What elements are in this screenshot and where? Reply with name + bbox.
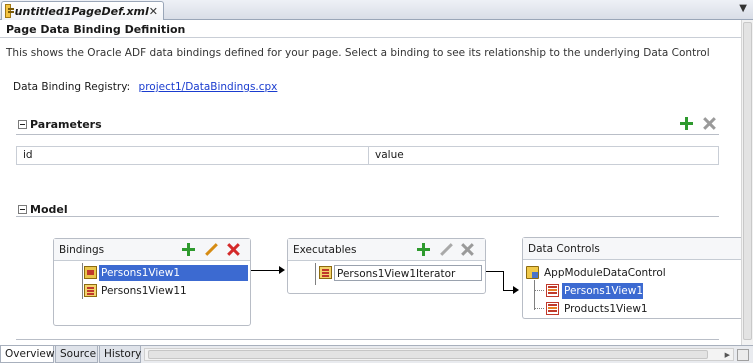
binding-item[interactable]: Persons1View11	[99, 283, 187, 299]
parameters-label: Parameters	[30, 118, 102, 131]
page-description: This shows the Oracle ADF data bindings …	[6, 47, 710, 59]
edit-executable-icon[interactable]	[439, 243, 453, 257]
registry-link[interactable]: project1/DataBindings.cpx	[139, 81, 278, 93]
tab-list-dropdown-icon[interactable]: ▼	[739, 3, 747, 14]
binding-icon	[84, 284, 97, 297]
close-icon[interactable]: ✕	[149, 5, 158, 18]
data-control-item[interactable]: Persons1View1	[562, 283, 644, 299]
edit-binding-icon[interactable]	[204, 243, 218, 257]
view-object-icon	[546, 302, 559, 315]
page-title: Page Data Binding Definition	[6, 23, 186, 36]
parameters-table[interactable]: id value	[16, 146, 719, 165]
delete-binding-icon[interactable]	[227, 243, 240, 256]
binding-item[interactable]: Persons1View1	[99, 265, 248, 281]
data-control-icon	[526, 266, 539, 279]
column-header-id[interactable]: id	[17, 147, 369, 164]
bindings-panel: Bindings Persons1View1 Persons1View11	[53, 238, 251, 326]
executable-connector	[503, 290, 513, 291]
overview-page: Page Data Binding Definition This shows …	[0, 20, 741, 345]
connector-arrowhead	[513, 286, 519, 294]
model-section-header[interactable]: Model	[18, 203, 68, 216]
registry-label: Data Binding Registry:	[13, 81, 131, 93]
tree-line	[315, 263, 316, 285]
resize-corner	[737, 349, 749, 361]
model-divider	[16, 216, 719, 217]
binding-icon	[84, 266, 97, 279]
page-def-file-icon	[5, 4, 14, 18]
data-control-item[interactable]: Products1View1	[562, 301, 648, 317]
tab-history[interactable]: History	[99, 346, 141, 363]
executables-label: Executables	[293, 244, 357, 256]
executables-panel-header: Executables	[288, 239, 485, 261]
model-bottom-divider	[16, 339, 719, 340]
delete-executable-icon[interactable]	[461, 243, 474, 256]
collapse-icon[interactable]	[18, 120, 27, 129]
executable-connector	[503, 271, 504, 291]
title-divider	[0, 37, 741, 38]
scroll-right-icon[interactable]: ▶	[725, 351, 730, 359]
tab-overview[interactable]: Overview	[0, 346, 54, 363]
horizontal-scroll-thumb[interactable]	[148, 350, 708, 359]
parameters-section-header[interactable]: Parameters	[18, 118, 102, 131]
editor-tab[interactable]: untitled1PageDef.xml ✕	[1, 1, 164, 20]
bindings-panel-header: Bindings	[54, 239, 250, 261]
binding-connector	[251, 270, 279, 271]
delete-parameter-icon[interactable]	[703, 117, 716, 130]
add-parameter-icon[interactable]	[680, 117, 693, 130]
tab-source[interactable]: Source	[55, 346, 98, 363]
horizontal-scrollbar[interactable]: ▶	[144, 348, 734, 361]
model-label: Model	[30, 203, 68, 216]
registry-row: Data Binding Registry: project1/DataBind…	[13, 81, 277, 93]
vertical-scroll-thumb[interactable]	[743, 22, 752, 340]
connector-arrowhead	[279, 266, 285, 274]
tree-line	[82, 263, 83, 299]
tree-line	[534, 280, 535, 310]
data-control-root[interactable]: AppModuleDataControl	[542, 265, 666, 281]
add-binding-icon[interactable]	[182, 243, 195, 256]
editor-tabstrip: untitled1PageDef.xml ✕ ▼	[0, 0, 753, 20]
add-executable-icon[interactable]	[417, 243, 430, 256]
collapse-icon[interactable]	[18, 205, 27, 214]
editor-tab-title: untitled1PageDef.xml	[14, 4, 149, 18]
tree-line	[534, 308, 544, 309]
executables-panel: Executables Persons1View1Iterator	[287, 238, 486, 294]
executable-item[interactable]: Persons1View1Iterator	[334, 265, 482, 281]
tree-line	[534, 290, 544, 291]
iterator-icon	[319, 266, 332, 279]
data-controls-panel: Data Controls AppModuleDataControl Perso…	[522, 237, 741, 319]
view-object-icon	[546, 284, 559, 297]
executable-connector	[486, 271, 504, 272]
bindings-label: Bindings	[59, 244, 105, 256]
column-header-value[interactable]: value	[369, 147, 404, 164]
data-controls-label: Data Controls	[528, 243, 600, 255]
parameters-divider	[16, 134, 719, 135]
vertical-scrollbar[interactable]	[741, 20, 753, 345]
bottom-tab-bar: Overview Source History ▶	[0, 345, 753, 363]
data-controls-panel-header: Data Controls	[523, 238, 741, 260]
